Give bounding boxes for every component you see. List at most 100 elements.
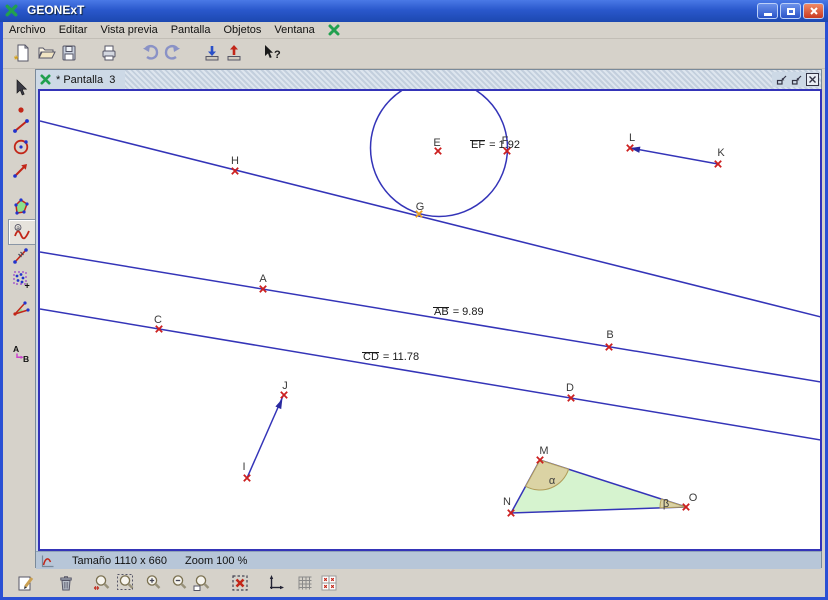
redo-button[interactable] [161,40,185,66]
grid-button[interactable] [292,571,318,595]
zoom-original-button[interactable] [89,571,115,595]
menu-objetos[interactable]: Objetos [223,24,261,36]
export-icon [224,43,244,63]
menu-ventana[interactable]: Ventana [274,24,314,36]
vector-tool[interactable] [8,158,34,182]
label-I: I [242,461,245,473]
svg-text:B: B [23,354,29,363]
label-C: C [154,314,162,326]
delete-button[interactable] [53,571,79,595]
label-alpha: α [549,475,556,487]
segment-icon [11,116,31,136]
label-E: E [433,137,440,149]
internal-status-bar: Tamaño 1110 x 660 Zoom 100 % [36,551,821,569]
circle-tool[interactable] [8,134,34,158]
label-G: G [416,201,425,213]
geonext-x-menu-icon[interactable] [328,24,340,36]
measurement-AB[interactable]: AB= 9.89 [434,306,484,318]
zoom-page-icon [192,573,212,593]
circle-icon [11,136,31,156]
clear-all-icon [230,573,250,593]
zoom-original-icon [92,573,112,593]
save-icon [59,43,79,63]
perpendicular-tool[interactable] [8,244,34,268]
zoom-area-button[interactable] [113,571,139,595]
menu-editar[interactable]: Editar [59,24,88,36]
line-through-H-G[interactable] [40,121,820,317]
top-toolbar: * ? [3,39,825,69]
label-O: O [689,492,698,504]
close-button[interactable] [803,3,824,19]
bottom-toolbar [3,568,825,597]
zoom-in-button[interactable] [140,571,166,595]
vector-KL[interactable] [632,148,718,164]
point-grid-icon [319,573,339,593]
clear-board-button[interactable] [227,571,253,595]
maximize-button[interactable] [780,3,801,19]
polygon-tool[interactable] [8,195,34,219]
save-button[interactable] [57,40,81,66]
application-window: GEONExT Archivo Editar Vista previa Pant… [0,0,828,600]
svg-text:?: ? [274,49,281,61]
import-icon [202,43,222,63]
edit-board-button[interactable] [13,571,39,595]
rename-a-b-icon: AB [11,343,31,363]
svg-text:*: * [14,54,19,63]
zoom-page-button[interactable] [189,571,215,595]
open-folder-icon [36,43,56,63]
circle-E[interactable] [371,91,508,217]
close-internal-window-icon[interactable] [806,73,819,86]
zoom-in-icon [143,573,163,593]
menu-pantalla[interactable]: Pantalla [171,24,211,36]
angle-tool[interactable] [8,296,34,320]
vector-icon [11,160,31,180]
undo-icon [139,42,161,64]
point-marker-I[interactable] [244,475,250,481]
pointer-tool[interactable] [8,76,34,100]
open-button[interactable] [34,40,58,66]
zoom-out-icon [169,573,189,593]
multi-select-tool[interactable]: + [8,267,34,291]
internal-title-bar[interactable]: * Pantalla 3 [36,70,821,89]
zoom-level-label: Zoom 100 % [185,555,247,567]
axes-icon [266,573,286,593]
new-document-icon: * [13,43,33,63]
vector-IJ[interactable] [247,396,283,478]
undo-button[interactable] [138,40,162,66]
help-pointer-button[interactable]: ? [260,40,284,66]
iconify-window-icon[interactable] [776,74,788,86]
angle-icon [11,298,31,318]
internal-window-title: * Pantalla 3 [56,74,115,86]
redo-icon [162,42,184,64]
restore-window-icon[interactable] [791,74,803,86]
label-beta: β [663,498,669,510]
pointer-icon [11,78,31,98]
line-through-C-D[interactable] [40,309,820,440]
new-document-button[interactable]: * [11,40,35,66]
axes-button[interactable] [263,571,289,595]
edit-icon [16,573,36,593]
curve-tool[interactable]: a [8,219,36,245]
internal-window: * Pantalla 3 [35,69,822,568]
vector-IJ-arrowhead [275,399,282,409]
label-A: A [259,273,267,285]
measurement-EF[interactable]: EF= 1.92 [471,139,520,151]
menu-vista-previa[interactable]: Vista previa [100,24,157,36]
menu-archivo[interactable]: Archivo [9,24,46,36]
point-grid-button[interactable] [316,571,342,595]
drawing-board[interactable]: A B C D E F G H I J K L M N O α β EF= 1.… [38,89,822,551]
export-button[interactable] [222,40,246,66]
import-button[interactable] [200,40,224,66]
zoom-area-icon [116,573,136,593]
rename-tool[interactable]: AB [8,341,34,365]
label-J: J [282,380,288,392]
measurement-CD[interactable]: CD= 11.78 [363,351,419,363]
function-icon [40,554,54,568]
grid-icon [295,573,315,593]
print-button[interactable] [97,40,121,66]
minimize-button[interactable] [757,3,778,19]
point-marker-J[interactable] [281,392,287,398]
geometry-canvas: A B C D E F G H I J K L M N O α β EF= 1.… [40,91,820,549]
geonext-x-icon [40,74,51,85]
perpendicular-icon [11,246,31,266]
